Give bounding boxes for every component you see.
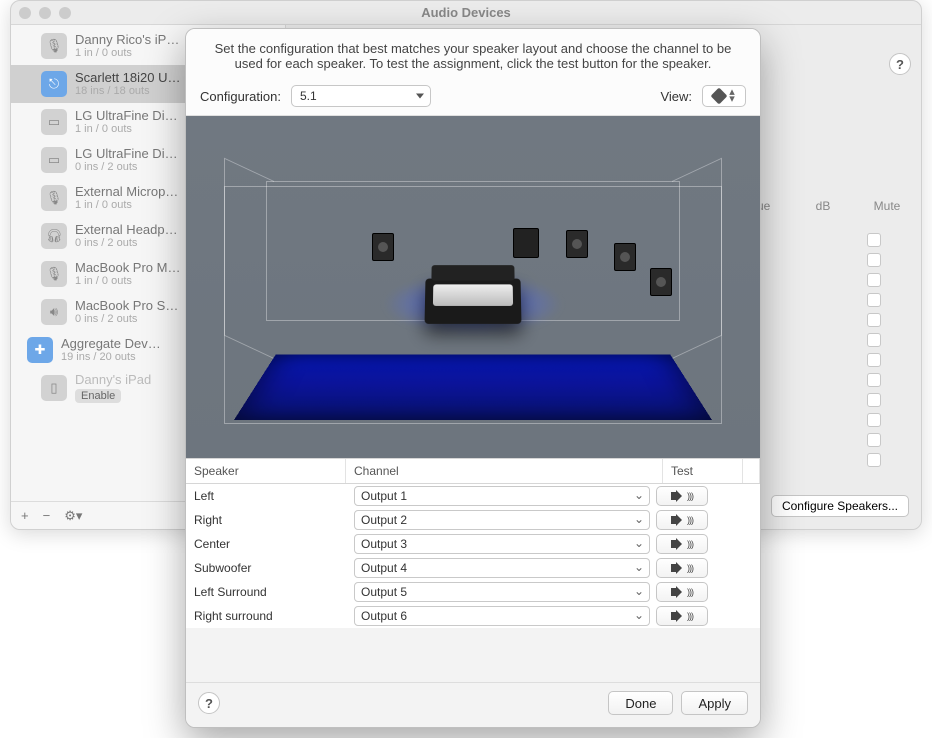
- mute-checkbox[interactable]: [867, 253, 881, 267]
- mute-checkbox[interactable]: [867, 393, 881, 407]
- zoom-icon[interactable]: [59, 7, 71, 19]
- speaker-row: Left Surround Output 5 ))): [186, 580, 760, 604]
- sheet-footer: ? Done Apply: [186, 682, 760, 727]
- display-icon: ▭: [41, 109, 67, 135]
- mute-checkbox[interactable]: [867, 273, 881, 287]
- configure-speakers-button[interactable]: Configure Speakers...: [771, 495, 909, 517]
- configure-speakers-sheet: Set the configuration that best matches …: [185, 28, 761, 728]
- view-label: View:: [660, 89, 692, 104]
- aggregate-icon: ✚: [27, 337, 53, 363]
- test-button[interactable]: ))): [656, 582, 708, 602]
- window-title: Audio Devices: [79, 5, 853, 20]
- chevron-updown-icon: ▴▾: [729, 89, 735, 103]
- speaker-row: Right Output 2 ))): [186, 508, 760, 532]
- add-button[interactable]: +: [21, 508, 29, 523]
- speaker-icon: [671, 562, 685, 574]
- speaker-row: Right surround Output 6 ))): [186, 604, 760, 628]
- speaker-label: Subwoofer: [194, 561, 354, 575]
- speaker-label: Left Surround: [194, 585, 354, 599]
- test-button[interactable]: ))): [656, 558, 708, 578]
- room-left-wall: [224, 158, 274, 359]
- view-select[interactable]: ▴▾: [702, 85, 746, 107]
- subwoofer-icon[interactable]: [513, 228, 539, 258]
- channel-select[interactable]: Output 3: [354, 534, 650, 554]
- titlebar: Audio Devices: [11, 1, 921, 25]
- col-channel: Channel: [346, 459, 663, 483]
- config-row: Configuration: 5.1 View: ▴▾: [186, 77, 760, 116]
- remove-button[interactable]: −: [43, 508, 51, 523]
- speaker-icon: [671, 610, 685, 622]
- channel-select[interactable]: Output 2: [354, 510, 650, 530]
- apply-button[interactable]: Apply: [681, 691, 748, 715]
- usb-icon: ⎋: [41, 71, 67, 97]
- enable-button[interactable]: Enable: [75, 389, 121, 403]
- configuration-select[interactable]: 5.1: [291, 85, 431, 107]
- mic-icon: 🎙︎: [41, 185, 67, 211]
- headphones-icon: 🎧︎: [41, 223, 67, 249]
- mute-checkbox[interactable]: [867, 453, 881, 467]
- speaker-row: Subwoofer Output 4 ))): [186, 556, 760, 580]
- mute-checkbox[interactable]: [867, 233, 881, 247]
- col-test: Test: [663, 459, 743, 483]
- speaker-icon: 🔊︎: [41, 299, 67, 325]
- configuration-label: Configuration:: [200, 89, 281, 104]
- speaker-icon: [671, 538, 685, 550]
- speaker-label: Right: [194, 513, 354, 527]
- mic-icon: 🎙︎: [41, 33, 67, 59]
- col-db: dB: [801, 199, 845, 213]
- column-headers: alue dB Mute: [737, 199, 909, 213]
- help-button[interactable]: ?: [889, 53, 911, 75]
- test-button[interactable]: ))): [656, 486, 708, 506]
- mute-checkbox[interactable]: [867, 373, 881, 387]
- speaker-front-right-icon[interactable]: [566, 230, 588, 258]
- speaker-row: Left Output 1 ))): [186, 484, 760, 508]
- speaker-label: Left: [194, 489, 354, 503]
- minimize-icon[interactable]: [39, 7, 51, 19]
- channel-select[interactable]: Output 5: [354, 582, 650, 602]
- ipad-icon: ▯: [41, 375, 67, 401]
- mute-checkbox[interactable]: [867, 293, 881, 307]
- col-speaker: Speaker: [186, 459, 346, 483]
- speaker-icon: [671, 514, 685, 526]
- channel-select[interactable]: Output 1: [354, 486, 650, 506]
- test-button[interactable]: ))): [656, 606, 708, 626]
- test-button[interactable]: ))): [656, 510, 708, 530]
- speaker-label: Center: [194, 537, 354, 551]
- speaker-front-left-icon[interactable]: [372, 233, 394, 261]
- speaker-table-header: Speaker Channel Test: [186, 458, 760, 484]
- room-visualization[interactable]: [186, 116, 760, 458]
- test-button[interactable]: ))): [656, 534, 708, 554]
- mute-checkbox[interactable]: [867, 333, 881, 347]
- speaker-icon: [671, 490, 685, 502]
- mute-checkbox[interactable]: [867, 353, 881, 367]
- help-button[interactable]: ?: [198, 692, 220, 714]
- display-icon: ▭: [41, 147, 67, 173]
- window-controls: [19, 7, 71, 19]
- speaker-label: Right surround: [194, 609, 354, 623]
- mute-checkbox[interactable]: [867, 313, 881, 327]
- speaker-row: Center Output 3 ))): [186, 532, 760, 556]
- mic-icon: 🎙︎: [41, 261, 67, 287]
- listener-couch-icon: [425, 278, 522, 323]
- mute-checkboxes: [867, 233, 881, 467]
- speaker-surround-right-icon[interactable]: [614, 243, 636, 271]
- speaker-rows: Left Output 1 ))) Right Output 2 ))) Cen…: [186, 484, 760, 628]
- room-floor: [234, 354, 712, 420]
- close-icon[interactable]: [19, 7, 31, 19]
- cube-icon: [711, 88, 728, 105]
- done-button[interactable]: Done: [608, 691, 673, 715]
- speaker-icon: [671, 586, 685, 598]
- speaker-surround-right2-icon[interactable]: [650, 268, 672, 296]
- gear-menu[interactable]: ⚙︎▾: [64, 508, 82, 524]
- mute-checkbox[interactable]: [867, 413, 881, 427]
- room-right-wall: [672, 158, 722, 359]
- mute-checkbox[interactable]: [867, 433, 881, 447]
- sheet-description: Set the configuration that best matches …: [186, 29, 760, 77]
- channel-select[interactable]: Output 4: [354, 558, 650, 578]
- channel-select[interactable]: Output 6: [354, 606, 650, 626]
- col-mute: Mute: [865, 199, 909, 213]
